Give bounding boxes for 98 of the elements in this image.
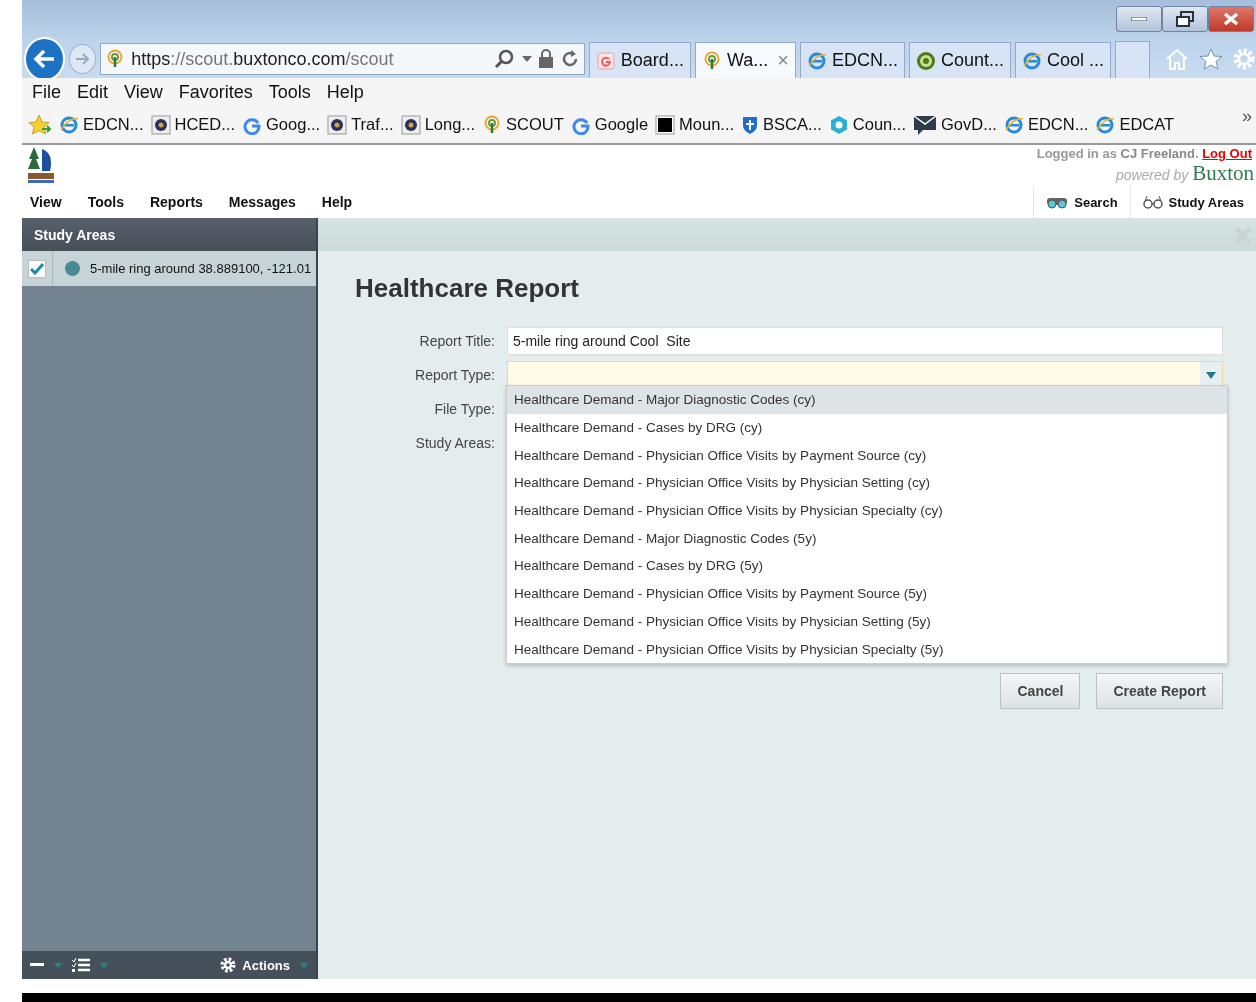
browser-tab[interactable]: Count... bbox=[908, 42, 1011, 78]
more-favorites-button[interactable]: » bbox=[1242, 106, 1252, 127]
hexagon-icon bbox=[828, 114, 849, 135]
favorite-link[interactable]: Moun... bbox=[655, 114, 735, 135]
url-text: https://scout.buxtonco.com/scout bbox=[131, 48, 395, 70]
favorite-link[interactable]: GovD... bbox=[913, 113, 997, 136]
favorites-star-icon[interactable] bbox=[28, 113, 52, 136]
nav-menu-item[interactable]: Messages bbox=[228, 194, 296, 210]
star-icon[interactable] bbox=[1198, 47, 1224, 71]
field-label: File Type: bbox=[433, 401, 496, 417]
dropdown-option[interactable]: Healthcare Demand - Physician Office Visits by Physician Specialty (5y) bbox=[507, 635, 1227, 663]
menu-item[interactable]: View bbox=[124, 81, 163, 103]
nav-menu-item[interactable]: View bbox=[30, 194, 62, 210]
favorite-link[interactable]: Goog... bbox=[242, 114, 321, 135]
restore-icon bbox=[1176, 11, 1194, 27]
forward-arrow-icon bbox=[73, 51, 92, 67]
caret-icon bbox=[521, 56, 532, 62]
lock-icon bbox=[537, 49, 554, 69]
favorite-link[interactable]: Google bbox=[570, 114, 649, 135]
minus-icon[interactable] bbox=[30, 963, 44, 967]
close-button[interactable] bbox=[1208, 6, 1254, 32]
favorite-link[interactable]: Coun... bbox=[828, 114, 906, 135]
ring-icon bbox=[915, 50, 936, 71]
browser-e-icon bbox=[1095, 114, 1116, 135]
new-tab-button[interactable] bbox=[1115, 41, 1150, 78]
favorite-link[interactable]: Long... bbox=[400, 114, 476, 135]
favorite-link[interactable]: EDCN... bbox=[1003, 114, 1089, 135]
powered-by-logo: powered by Buxton bbox=[1115, 161, 1255, 186]
menu-item[interactable]: File bbox=[32, 81, 61, 103]
restore-button[interactable] bbox=[1162, 6, 1208, 32]
dropdown-option[interactable]: Healthcare Demand - Physician Office Visits by Payment Source (cy) bbox=[507, 441, 1227, 470]
back-button[interactable] bbox=[24, 37, 65, 81]
dropdown-option[interactable]: Healthcare Demand - Major Diagnostic Codes (cy) bbox=[507, 386, 1227, 414]
seal-icon bbox=[150, 114, 171, 135]
actions-button[interactable]: Actions bbox=[220, 957, 290, 973]
browser-tab[interactable]: Board... bbox=[588, 42, 691, 78]
dropdown-option[interactable]: Healthcare Demand - Physician Office Visits by Physician Setting (5y) bbox=[507, 607, 1227, 636]
study-area-label: 5-mile ring around 38.889100, -121.01 bbox=[90, 261, 312, 276]
binoculars-icon bbox=[1046, 195, 1069, 209]
forward-button[interactable] bbox=[68, 44, 97, 74]
minimize-button[interactable] bbox=[1116, 6, 1162, 32]
favorite-link[interactable]: EDCAT bbox=[1095, 114, 1175, 135]
field-label: Report Title: bbox=[418, 333, 496, 349]
study-area-item[interactable]: 5-mile ring around 38.889100, -121.01 bbox=[22, 251, 316, 286]
favorite-link[interactable]: SCOUT bbox=[482, 114, 564, 135]
panel-title: Study Areas bbox=[22, 218, 316, 251]
address-bar[interactable]: https://scout.buxtonco.com/scout bbox=[100, 43, 585, 75]
glasses-icon bbox=[1142, 195, 1163, 209]
login-status: Logged in as CJ Freeland. Log Out bbox=[1036, 145, 1253, 161]
text-field[interactable]: 5-mile ring around Cool Site bbox=[507, 327, 1223, 355]
dropdown-option[interactable]: Healthcare Demand - Physician Office Visits by Physician Setting (cy) bbox=[507, 469, 1227, 497]
back-arrow-icon bbox=[32, 48, 57, 70]
browser-e-icon bbox=[1003, 114, 1024, 135]
report-title: Healthcare Report bbox=[355, 273, 580, 304]
dropdown-option[interactable]: Healthcare Demand - Cases by DRG (5y) bbox=[507, 552, 1227, 580]
browser-e-icon bbox=[1022, 50, 1042, 71]
field-label: Report Type: bbox=[414, 367, 496, 383]
favorite-link[interactable]: EDCN... bbox=[59, 114, 144, 135]
nav-menu-item[interactable]: Help bbox=[321, 194, 353, 210]
form-button[interactable]: Create Report bbox=[1096, 673, 1223, 709]
dropdown-option[interactable]: Healthcare Demand - Major Diagnostic Codes (5y) bbox=[507, 524, 1227, 553]
shield-icon bbox=[741, 114, 760, 135]
envelope-icon bbox=[913, 113, 937, 136]
browser-e-icon bbox=[806, 50, 827, 71]
logout-link[interactable]: Log Out bbox=[1202, 146, 1252, 161]
square-icon bbox=[655, 114, 676, 135]
search-icon bbox=[493, 49, 516, 69]
menu-item[interactable]: Help bbox=[326, 81, 364, 103]
browser-e-icon bbox=[59, 114, 79, 135]
menu-item[interactable]: Tools bbox=[268, 81, 311, 103]
seal-icon bbox=[327, 114, 348, 135]
nav-menu-item[interactable]: Tools bbox=[87, 194, 124, 210]
favorite-link[interactable]: BSCA... bbox=[741, 114, 822, 135]
caret-icon bbox=[300, 962, 308, 968]
browser-tab[interactable]: Wa... × bbox=[694, 42, 796, 78]
caret-icon bbox=[1206, 371, 1216, 379]
favorite-link[interactable]: Traf... bbox=[327, 114, 394, 135]
checkbox[interactable] bbox=[28, 259, 46, 278]
menu-item[interactable]: Edit bbox=[77, 81, 109, 103]
dropdown-option[interactable]: Healthcare Demand - Cases by DRG (cy) bbox=[507, 413, 1227, 442]
document-g-icon bbox=[595, 50, 616, 71]
dropdown-option[interactable]: Healthcare Demand - Physician Office Visits by Payment Source (5y) bbox=[507, 579, 1227, 608]
minimize-icon bbox=[1131, 17, 1147, 21]
browser-tab[interactable]: Cool ... bbox=[1015, 42, 1111, 78]
nav-menu-item[interactable]: Reports bbox=[149, 194, 203, 210]
county-logo bbox=[28, 145, 54, 185]
browser-tab[interactable]: EDCN... bbox=[799, 42, 905, 78]
caret-icon bbox=[100, 962, 108, 968]
close-icon bbox=[1223, 12, 1239, 26]
dropdown-option[interactable]: Healthcare Demand - Physician Office Visits by Physician Specialty (cy) bbox=[507, 496, 1227, 525]
form-button[interactable]: Cancel bbox=[1000, 673, 1081, 709]
seal-icon bbox=[400, 114, 421, 135]
caret-icon bbox=[54, 962, 62, 968]
field-label: Study Areas: bbox=[414, 435, 496, 451]
gear-icon bbox=[220, 957, 237, 973]
menu-item[interactable]: Favorites bbox=[178, 81, 253, 103]
favorite-link[interactable]: HCED... bbox=[150, 114, 236, 135]
checklist-icon[interactable] bbox=[72, 958, 90, 972]
